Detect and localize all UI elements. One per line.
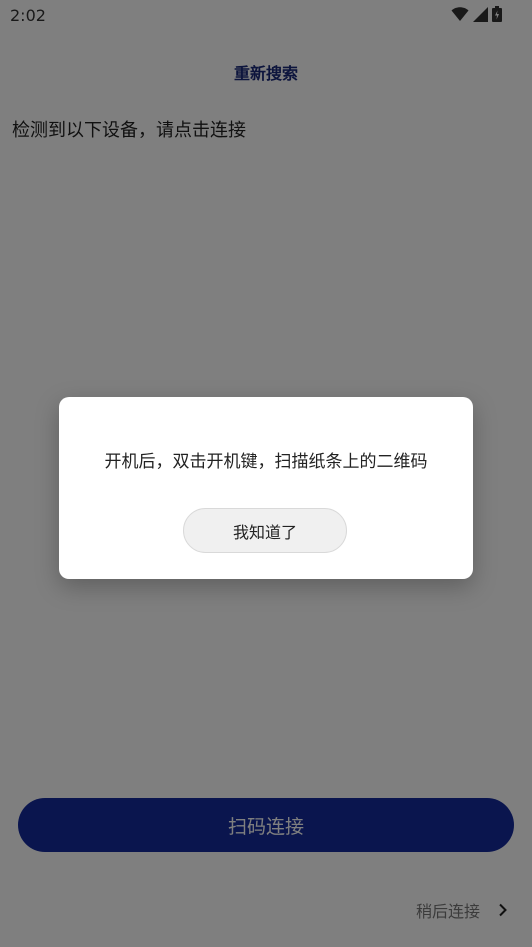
instruction-dialog: 开机后，双击开机键，扫描纸条上的二维码 我知道了 [59,397,473,579]
app-screen: 2:02 重新搜索 检测到以下设备，请点击连接 [0,0,532,947]
dialog-message: 开机后，双击开机键，扫描纸条上的二维码 [104,452,428,472]
got-it-button[interactable]: 我知道了 [183,508,347,553]
